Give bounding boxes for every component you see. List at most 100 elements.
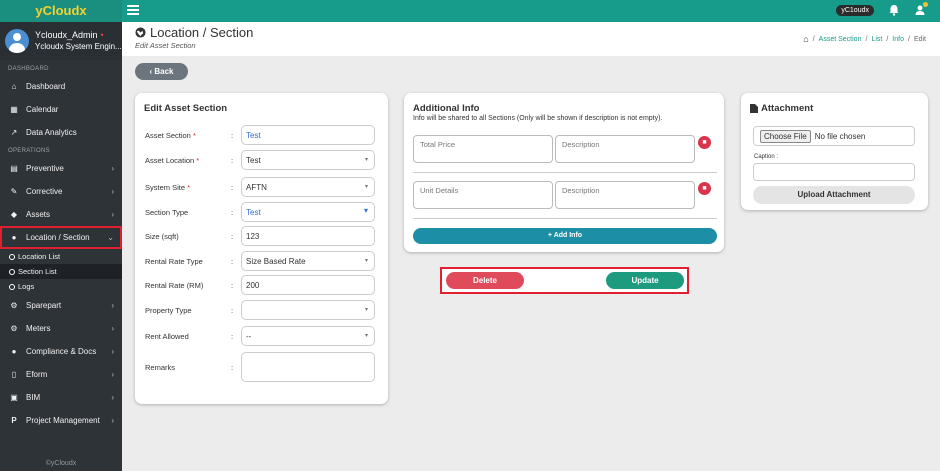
brand-logo[interactable]: yCloudx bbox=[0, 0, 122, 22]
sidebar-item-bim[interactable]: ▣ BIM › bbox=[0, 386, 122, 409]
top-right-controls: yC1oudx bbox=[836, 2, 928, 16]
delete-info-button[interactable]: ■ bbox=[698, 136, 711, 149]
add-info-button[interactable]: + Add Info bbox=[413, 228, 717, 244]
chevron-right-icon: › bbox=[111, 416, 114, 425]
tag-icon: ◆ bbox=[10, 210, 18, 219]
user-settings-icon[interactable] bbox=[914, 2, 928, 16]
form-row-rental-rate: Rental Rate (RM) : 200 bbox=[145, 275, 377, 295]
sidebar-item-label: Compliance & Docs bbox=[26, 347, 97, 356]
asset-section-input[interactable]: Test bbox=[241, 125, 375, 145]
sidebar-subitem-logs[interactable]: Logs bbox=[0, 279, 122, 294]
top-bar: yCloudx yC1oudx bbox=[0, 0, 940, 22]
user-pill[interactable]: yC1oudx bbox=[836, 4, 874, 16]
sidebar-item-label: Assets bbox=[26, 210, 51, 219]
sidebar-item-meters[interactable]: ⚙ Meters › bbox=[0, 317, 122, 340]
gear-icon: ⚙ bbox=[10, 301, 18, 310]
update-button[interactable]: Update bbox=[606, 272, 684, 289]
breadcrumb-list[interactable]: List bbox=[871, 36, 882, 43]
sidebar-item-compliance-docs[interactable]: ● Compliance & Docs › bbox=[0, 340, 122, 363]
sidebar-item-location-section[interactable]: ● Location / Section ⌄ bbox=[0, 226, 122, 249]
sidebar-subitem-section-list[interactable]: Section List bbox=[0, 264, 122, 279]
info-name-input[interactable]: Total Price bbox=[413, 135, 553, 163]
home-icon[interactable]: ⌂ bbox=[803, 34, 808, 44]
colon: : bbox=[231, 256, 234, 266]
rent-allowed-select[interactable]: -- bbox=[241, 326, 375, 346]
back-button[interactable]: ‹ Back bbox=[135, 63, 188, 80]
trash-icon: ■ bbox=[702, 139, 707, 146]
form-row-property-type: Property Type : bbox=[145, 300, 377, 320]
chart-icon: ↗ bbox=[10, 128, 18, 137]
sidebar-subitem-label: Location List bbox=[18, 252, 61, 261]
field-label: Rental Rate (RM) bbox=[145, 280, 204, 290]
breadcrumb-asset-section[interactable]: Asset Section bbox=[819, 36, 862, 43]
sidebar-item-preventive[interactable]: ▤ Preventive › bbox=[0, 157, 122, 180]
sidebar-item-assets[interactable]: ◆ Assets › bbox=[0, 203, 122, 226]
divider bbox=[413, 172, 717, 173]
chevron-right-icon: › bbox=[111, 393, 114, 402]
sidebar-item-label: Calendar bbox=[26, 105, 59, 114]
file-input[interactable]: Choose File No file chosen bbox=[753, 126, 915, 146]
menu-toggle-icon[interactable] bbox=[127, 5, 139, 17]
field-label: Asset Location bbox=[145, 155, 195, 165]
breadcrumb-info[interactable]: Info bbox=[892, 36, 904, 43]
sidebar-item-data-analytics[interactable]: ↗ Data Analytics bbox=[0, 121, 122, 144]
card-title: Attachment bbox=[761, 103, 814, 114]
circle-icon bbox=[9, 268, 15, 275]
user-profile[interactable]: Ycloudx_Admin • Ycloudx System Engin... bbox=[0, 22, 122, 60]
card-title: Additional Info bbox=[413, 103, 480, 114]
colon: : bbox=[231, 130, 234, 140]
sidebar-item-sparepart[interactable]: ⚙ Sparepart › bbox=[0, 294, 122, 317]
sidebar-item-calendar[interactable]: ▦ Calendar bbox=[0, 98, 122, 121]
sidebar-footer: ©yCloudx bbox=[45, 460, 77, 467]
profile-name: Ycloudx_Admin bbox=[35, 30, 98, 40]
choose-file-button[interactable]: Choose File bbox=[760, 129, 811, 143]
info-description-input[interactable]: Description bbox=[555, 181, 695, 209]
sidebar-item-label: Corrective bbox=[26, 187, 63, 196]
remarks-textarea[interactable] bbox=[241, 352, 375, 382]
property-type-select[interactable] bbox=[241, 300, 375, 320]
colon: : bbox=[231, 155, 234, 165]
field-label: Rental Rate Type bbox=[145, 256, 203, 266]
sidebar-item-dashboard[interactable]: ⌂ Dashboard bbox=[0, 75, 122, 98]
colon: : bbox=[231, 280, 234, 290]
delete-button[interactable]: Delete bbox=[446, 272, 524, 289]
form-row-asset-section: Asset Section * : Test bbox=[145, 125, 377, 145]
colon: : bbox=[231, 362, 234, 372]
caption-textarea[interactable] bbox=[753, 163, 915, 181]
letter-p-icon: P bbox=[11, 416, 17, 425]
delete-info-button[interactable]: ■ bbox=[698, 182, 711, 195]
info-name-input[interactable]: Unit Details bbox=[413, 181, 553, 209]
chevron-right-icon: › bbox=[111, 324, 114, 333]
action-buttons-highlight: Delete Update bbox=[440, 267, 689, 294]
form-row-asset-location: Asset Location * : Test bbox=[145, 150, 377, 170]
section-label-operations: OPERATIONS bbox=[8, 148, 50, 154]
online-status-icon: • bbox=[100, 30, 104, 40]
system-site-select[interactable]: AFTN bbox=[241, 177, 375, 197]
breadcrumb: ⌂ / Asset Section / List / Info / Edit bbox=[803, 34, 926, 44]
profile-role: Ycloudx System Engin... bbox=[35, 42, 122, 51]
globe-icon: ● bbox=[11, 233, 17, 242]
rental-rate-input[interactable]: 200 bbox=[241, 275, 375, 295]
size-input[interactable]: 123 bbox=[241, 226, 375, 246]
info-description-input[interactable]: Description bbox=[555, 135, 695, 163]
sidebar-item-eform[interactable]: ▯ Eform › bbox=[0, 363, 122, 386]
bell-icon[interactable] bbox=[888, 4, 900, 16]
upload-attachment-button[interactable]: Upload Attachment bbox=[753, 186, 915, 204]
section-type-select[interactable]: Test bbox=[241, 202, 375, 222]
caption-label: Caption : bbox=[754, 154, 779, 160]
sidebar-item-project-management[interactable]: P Project Management › bbox=[0, 409, 122, 432]
chevron-right-icon: › bbox=[111, 370, 114, 379]
chevron-right-icon: › bbox=[111, 187, 114, 196]
sidebar-item-label: Project Management bbox=[26, 416, 100, 425]
rental-rate-type-select[interactable]: Size Based Rate bbox=[241, 251, 375, 271]
sidebar-item-corrective[interactable]: ✎ Corrective › bbox=[0, 180, 122, 203]
sidebar-subitem-label: Logs bbox=[18, 282, 35, 291]
trash-icon: ■ bbox=[702, 185, 707, 192]
sidebar-item-label: BIM bbox=[26, 393, 41, 402]
asset-location-select[interactable]: Test bbox=[241, 150, 375, 170]
form-row-size: Size (sqft) : 123 bbox=[145, 226, 377, 246]
required-mark: * bbox=[187, 182, 191, 192]
required-mark: * bbox=[192, 130, 196, 140]
divider bbox=[413, 218, 717, 219]
sidebar-subitem-location-list[interactable]: Location List bbox=[0, 249, 122, 264]
